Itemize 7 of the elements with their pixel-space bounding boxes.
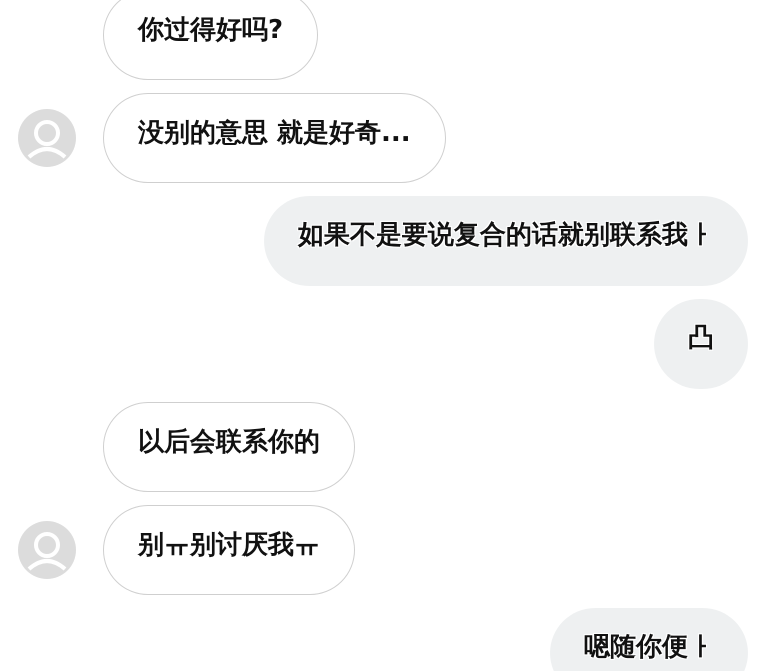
message-text: 凸 bbox=[688, 322, 714, 355]
message-text: 没别的意思 就是好奇... bbox=[138, 117, 411, 150]
message-text: 以后会联系你的 bbox=[138, 426, 320, 459]
message-text: 嗯随你便ㅏ bbox=[584, 631, 714, 664]
message-text: 如果不是要说复合的话就别联系我ㅏ bbox=[298, 219, 714, 252]
message-text: 别ㅠ别讨厌我ㅠ bbox=[138, 529, 320, 562]
message-text: 你过得好吗? bbox=[138, 14, 284, 47]
